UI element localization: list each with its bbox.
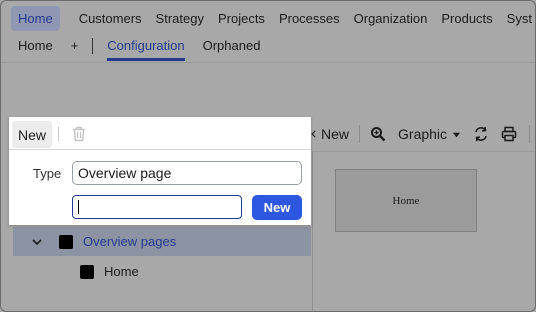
nav-organization[interactable]: Organization bbox=[347, 6, 435, 31]
tree-child-row[interactable]: Home bbox=[80, 264, 139, 279]
subnav-separator bbox=[92, 38, 94, 54]
toolbar-divider-end bbox=[529, 125, 531, 143]
nav-projects[interactable]: Projects bbox=[211, 6, 272, 31]
nav-processes[interactable]: Processes bbox=[272, 6, 347, 31]
refresh-icon[interactable] bbox=[473, 126, 489, 142]
nav-products[interactable]: Products bbox=[434, 6, 499, 31]
diagram-node-label: Home bbox=[392, 194, 420, 207]
type-field[interactable] bbox=[72, 161, 302, 185]
popup-new-tab[interactable]: New bbox=[12, 121, 53, 148]
zoom-icon[interactable] bbox=[370, 126, 386, 142]
toolbar-new-label: New bbox=[321, 126, 350, 142]
name-field[interactable] bbox=[72, 195, 242, 219]
create-new-button[interactable]: New bbox=[252, 195, 302, 220]
sub-navigation: Home + Configuration Orphaned bbox=[1, 35, 535, 63]
page-color-icon bbox=[80, 264, 94, 279]
tree-child-label: Home bbox=[104, 264, 139, 279]
popup-separator bbox=[58, 127, 59, 141]
new-item-popup: New Type New bbox=[9, 117, 311, 225]
add-tab-button[interactable]: + bbox=[71, 35, 79, 61]
nav-home[interactable]: Home bbox=[11, 5, 60, 31]
caret-down-icon bbox=[452, 132, 461, 137]
toolbar-divider bbox=[359, 125, 361, 143]
graphic-dropdown-label: Graphic bbox=[398, 126, 448, 142]
tab-home[interactable]: Home bbox=[18, 35, 53, 61]
tree-group-label: Overview pages bbox=[83, 234, 177, 249]
toolbar-new-button[interactable]: New bbox=[309, 126, 349, 142]
diagram-node-home[interactable]: Home bbox=[335, 169, 477, 232]
text-cursor bbox=[78, 200, 79, 214]
nav-customers[interactable]: Customers bbox=[72, 6, 149, 31]
panel-divider-vertical bbox=[312, 151, 313, 311]
chevron-down-icon[interactable] bbox=[32, 237, 42, 247]
diagram-toolbar: New Graphic bbox=[309, 117, 535, 151]
tab-configuration[interactable]: Configuration bbox=[107, 35, 185, 61]
tree-group-row[interactable]: Overview pages bbox=[32, 234, 176, 249]
trash-icon[interactable] bbox=[72, 126, 86, 142]
panel-divider-horizontal bbox=[312, 151, 535, 152]
nav-strategy[interactable]: Strategy bbox=[149, 6, 211, 31]
nav-system[interactable]: Syst bbox=[500, 6, 535, 31]
top-navigation: Home Customers Strategy Projects Process… bbox=[1, 1, 535, 35]
app-window: Home Customers Strategy Projects Process… bbox=[0, 0, 536, 312]
graphic-dropdown[interactable]: Graphic bbox=[398, 126, 461, 142]
tab-orphaned[interactable]: Orphaned bbox=[203, 35, 261, 61]
folder-color-icon bbox=[59, 234, 73, 249]
popup-toolbar: New bbox=[9, 117, 311, 150]
type-label: Type bbox=[33, 166, 62, 181]
print-icon[interactable] bbox=[501, 126, 517, 142]
